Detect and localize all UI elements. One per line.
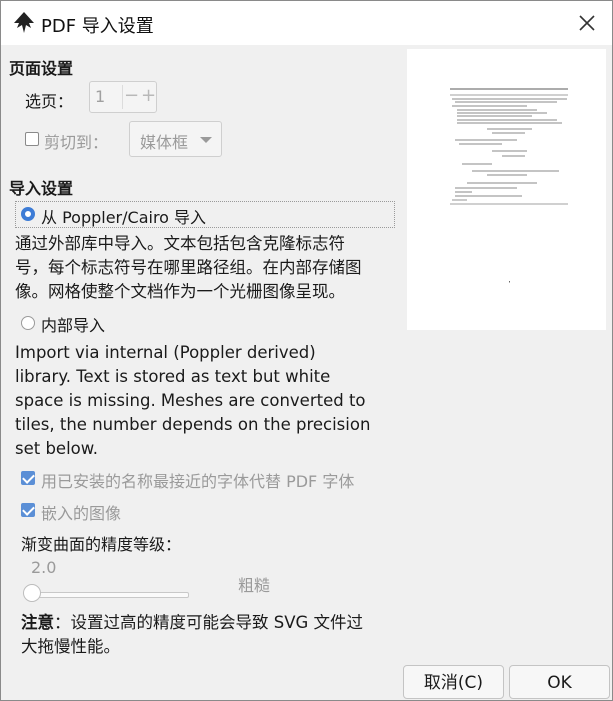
internal-import-description: Import via internal (Poppler derived) li… bbox=[15, 343, 371, 458]
precision-slider[interactable] bbox=[27, 592, 189, 598]
title-bar: PDF 导入设置 bbox=[1, 1, 612, 45]
clip-to-checkbox[interactable] bbox=[25, 132, 39, 146]
page-number-value[interactable]: 1 bbox=[95, 87, 105, 106]
pdf-import-dialog: PDF 导入设置 页面设置 选页： 1 − + 剪切到： 媒体框 导入设置 从 … bbox=[0, 0, 613, 701]
cancel-button[interactable]: 取消(C) bbox=[403, 665, 504, 699]
close-icon[interactable] bbox=[576, 12, 598, 34]
select-page-label: 选页： bbox=[25, 92, 74, 111]
precision-slider-handle[interactable] bbox=[23, 584, 41, 602]
inkscape-logo-icon bbox=[14, 12, 34, 33]
precision-quality: 粗糙 bbox=[238, 576, 271, 595]
embed-images-checkbox[interactable] bbox=[21, 503, 35, 517]
internal-import-radio[interactable] bbox=[21, 316, 35, 330]
poppler-description: 通过外部库中导入。文本包括包含克隆标志符 号，每个标志符号在哪里路径组。在内部存… bbox=[15, 234, 362, 301]
replace-fonts-checkbox[interactable] bbox=[21, 471, 35, 485]
page-settings-heading: 页面设置 bbox=[9, 59, 74, 78]
dialog-body: 页面设置 选页： 1 − + 剪切到： 媒体框 导入设置 从 Poppler/C… bbox=[1, 45, 612, 700]
ok-button[interactable]: OK bbox=[509, 665, 610, 699]
internal-import-label[interactable]: 内部导入 bbox=[41, 312, 105, 336]
decrement-button[interactable]: − bbox=[122, 85, 140, 109]
poppler-label[interactable]: 从 Poppler/Cairo 导入 bbox=[41, 204, 206, 228]
precision-value: 2.0 bbox=[31, 558, 57, 577]
import-settings-heading: 导入设置 bbox=[9, 179, 74, 198]
clip-box-dropdown[interactable]: 媒体框 bbox=[129, 121, 222, 157]
precision-note: 注意：设置过高的精度可能会导致 SVG 文件过 大拖慢性能。 bbox=[21, 613, 364, 656]
window-title: PDF 导入设置 bbox=[41, 16, 154, 37]
clip-to-label: 剪切到： bbox=[44, 133, 109, 152]
increment-button[interactable]: + bbox=[140, 85, 157, 109]
replace-fonts-label[interactable]: 用已安装的名称最接近的字体代替 PDF 字体 bbox=[41, 468, 354, 492]
embed-images-label[interactable]: 嵌入的图像 bbox=[41, 500, 121, 524]
chevron-down-icon bbox=[200, 137, 212, 143]
poppler-radio[interactable] bbox=[21, 207, 35, 221]
page-preview-thumbnail bbox=[407, 49, 606, 330]
page-number-spinner[interactable]: 1 − + bbox=[89, 81, 157, 113]
clip-box-value: 媒体框 bbox=[140, 133, 189, 152]
precision-label: 渐变曲面的精度等级： bbox=[21, 535, 182, 554]
